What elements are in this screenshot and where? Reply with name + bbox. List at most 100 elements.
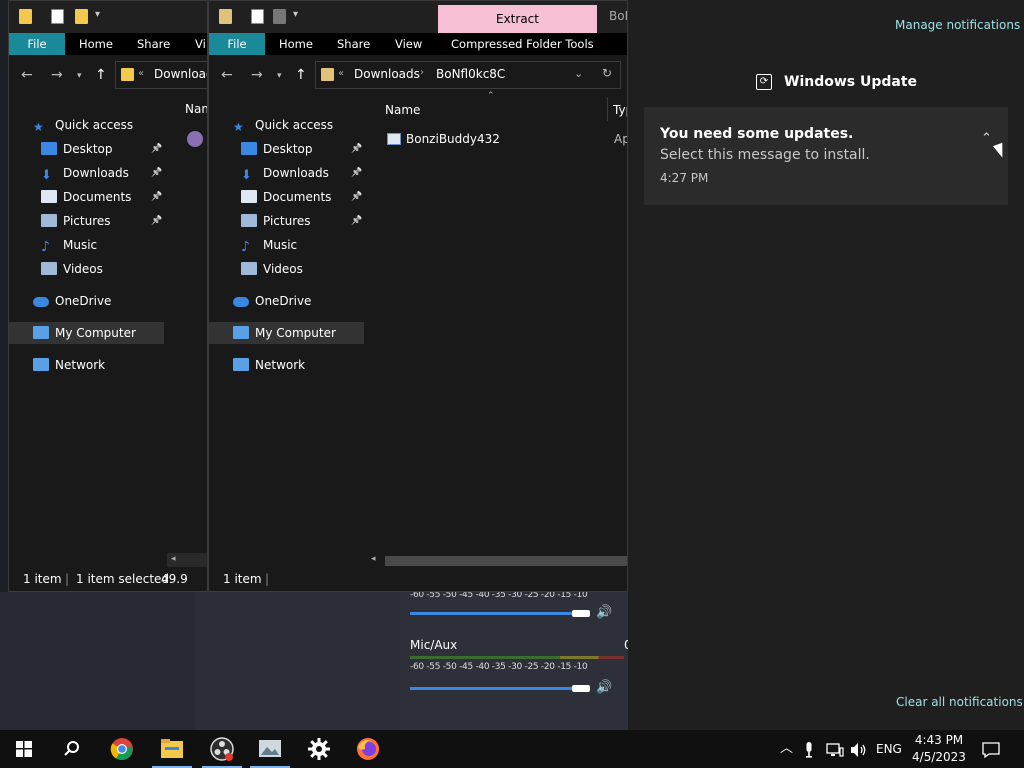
pin-icon[interactable]: 📌 bbox=[151, 210, 162, 232]
refresh-icon[interactable]: ↻ bbox=[602, 66, 612, 80]
microphone-icon[interactable] bbox=[804, 730, 814, 768]
nav-item-pictures[interactable]: Pictures 📌 bbox=[209, 210, 364, 232]
nav-item-my-computer[interactable]: My Computer bbox=[209, 322, 364, 344]
nav-item-videos[interactable]: Videos bbox=[9, 258, 164, 280]
up-arrow-icon[interactable]: ↑ bbox=[95, 67, 107, 83]
nav-item-onedrive[interactable]: OneDrive bbox=[209, 290, 364, 312]
manage-notifications-link[interactable]: Manage notifications bbox=[895, 18, 1020, 32]
properties-icon[interactable] bbox=[51, 9, 64, 24]
firefox-icon[interactable] bbox=[344, 730, 392, 768]
address-text[interactable]: Download bbox=[154, 67, 207, 81]
column-header-type[interactable]: Typ bbox=[613, 103, 627, 117]
desktop-audio-volume-track[interactable] bbox=[410, 612, 575, 615]
forward-arrow-icon[interactable]: → bbox=[51, 67, 63, 83]
network-status-icon[interactable] bbox=[826, 730, 844, 768]
notification-body[interactable]: Select this message to install. bbox=[660, 147, 870, 163]
new-folder-icon[interactable] bbox=[273, 9, 286, 24]
file-row[interactable]: BonziBuddy432 Ap bbox=[367, 129, 627, 151]
photos-icon[interactable] bbox=[246, 730, 294, 768]
nav-item-pictures[interactable]: Pictures 📌 bbox=[9, 210, 164, 232]
breadcrumb-overflow[interactable]: « bbox=[138, 68, 144, 79]
nav-item-my-computer[interactable]: My Computer bbox=[9, 322, 164, 344]
properties-icon[interactable] bbox=[251, 9, 264, 24]
customize-toolbar-icon[interactable]: ▾ bbox=[95, 9, 100, 20]
nav-item-documents[interactable]: Documents 📌 bbox=[9, 186, 164, 208]
pin-icon[interactable]: 📌 bbox=[151, 186, 162, 208]
notification-card[interactable]: You need some updates. Select this messa… bbox=[644, 107, 1008, 205]
contextual-tab-extract[interactable]: Extract bbox=[438, 5, 597, 33]
show-hidden-icons-chevron-icon[interactable]: ︿ bbox=[780, 730, 793, 768]
breadcrumb-overflow[interactable]: « bbox=[338, 68, 344, 79]
recent-locations-icon[interactable]: ▾ bbox=[77, 71, 82, 81]
windows-start-icon[interactable] bbox=[0, 730, 48, 768]
app-file-icon[interactable] bbox=[187, 131, 203, 147]
tab-view[interactable]: View bbox=[395, 33, 422, 55]
pin-icon[interactable]: 📌 bbox=[351, 138, 362, 160]
clock[interactable]: 4:43 PM 4/5/2023 bbox=[908, 732, 970, 766]
nav-item-network[interactable]: Network bbox=[209, 354, 364, 376]
address-box[interactable]: « Downloads › BoNfl0kc8C ⌄ ↻ bbox=[315, 61, 621, 89]
address-dropdown-icon[interactable]: ⌄ bbox=[574, 67, 583, 80]
clear-all-notifications-link[interactable]: Clear all notifications bbox=[896, 695, 1023, 709]
tab-home[interactable]: Home bbox=[279, 33, 313, 55]
nav-item-documents[interactable]: Documents 📌 bbox=[209, 186, 364, 208]
tab-file[interactable]: File bbox=[9, 33, 65, 55]
file-explorer-icon[interactable] bbox=[148, 730, 196, 768]
scrollbar-thumb[interactable] bbox=[385, 556, 627, 566]
tab-compressed-folder-tools[interactable]: Compressed Folder Tools bbox=[451, 33, 594, 55]
file-name[interactable]: BonziBuddy432 bbox=[406, 132, 500, 146]
notification-center-icon[interactable] bbox=[982, 730, 1000, 768]
back-arrow-icon[interactable]: ← bbox=[221, 67, 233, 83]
pin-icon[interactable]: 📌 bbox=[351, 162, 362, 184]
breadcrumb-separator-icon[interactable]: › bbox=[420, 67, 424, 78]
customize-toolbar-icon[interactable]: ▾ bbox=[293, 9, 298, 20]
desktop-audio-volume-slider[interactable] bbox=[572, 610, 590, 617]
chrome-icon[interactable] bbox=[98, 730, 146, 768]
breadcrumb-downloads[interactable]: Downloads bbox=[354, 67, 420, 81]
up-arrow-icon[interactable]: ↑ bbox=[295, 67, 307, 83]
nav-item-downloads[interactable]: ⬇ Downloads 📌 bbox=[9, 162, 164, 184]
tab-share[interactable]: Share bbox=[337, 33, 370, 55]
nav-item-music[interactable]: ♪ Music bbox=[9, 234, 164, 256]
nav-item-quick-access[interactable]: ★ Quick access bbox=[209, 114, 364, 136]
scroll-left-icon[interactable]: ◂ bbox=[371, 554, 376, 564]
search-icon[interactable] bbox=[48, 730, 96, 768]
pin-icon[interactable]: 📌 bbox=[351, 186, 362, 208]
nav-item-downloads[interactable]: ⬇ Downloads 📌 bbox=[209, 162, 364, 184]
collapse-chevron-icon[interactable]: ⌃ bbox=[981, 131, 992, 146]
nav-item-onedrive[interactable]: OneDrive bbox=[9, 290, 164, 312]
volume-icon[interactable] bbox=[850, 730, 868, 768]
notification-title[interactable]: You need some updates. bbox=[660, 126, 853, 142]
input-language-indicator[interactable]: ENG bbox=[876, 730, 902, 768]
nav-item-network[interactable]: Network bbox=[9, 354, 164, 376]
tab-file[interactable]: File bbox=[209, 33, 265, 55]
nav-item-quick-access[interactable]: ★ Quick access bbox=[9, 114, 164, 136]
nav-item-desktop[interactable]: Desktop 📌 bbox=[9, 138, 164, 160]
tab-view[interactable]: Vi bbox=[195, 33, 206, 55]
pin-icon[interactable]: 📌 bbox=[151, 138, 162, 160]
pin-icon[interactable]: 📌 bbox=[151, 162, 162, 184]
pin-icon[interactable]: 📌 bbox=[351, 210, 362, 232]
column-divider[interactable] bbox=[607, 97, 608, 121]
folder-icon[interactable] bbox=[19, 9, 32, 24]
obs-icon[interactable] bbox=[198, 730, 246, 768]
zip-folder-icon[interactable] bbox=[219, 9, 232, 24]
column-header-name[interactable]: Name bbox=[385, 103, 420, 117]
tab-share[interactable]: Share bbox=[137, 33, 170, 55]
recent-locations-icon[interactable]: ▾ bbox=[277, 71, 282, 81]
breadcrumb-current-folder[interactable]: BoNfl0kc8C bbox=[436, 67, 505, 81]
new-folder-icon[interactable] bbox=[75, 9, 88, 24]
speaker-icon[interactable]: 🔊 bbox=[596, 605, 612, 620]
tab-home[interactable]: Home bbox=[79, 33, 113, 55]
mic-aux-volume-track[interactable] bbox=[410, 687, 575, 690]
nav-item-music[interactable]: ♪ Music bbox=[209, 234, 364, 256]
speaker-icon[interactable]: 🔊 bbox=[596, 680, 612, 695]
mic-aux-volume-slider[interactable] bbox=[572, 685, 590, 692]
back-arrow-icon[interactable]: ← bbox=[21, 67, 33, 83]
address-box[interactable]: « Download bbox=[115, 61, 207, 89]
forward-arrow-icon[interactable]: → bbox=[251, 67, 263, 83]
settings-gear-icon[interactable] bbox=[295, 730, 343, 768]
column-header-name[interactable]: Nam bbox=[185, 102, 207, 116]
nav-item-desktop[interactable]: Desktop 📌 bbox=[209, 138, 364, 160]
nav-item-videos[interactable]: Videos bbox=[209, 258, 364, 280]
